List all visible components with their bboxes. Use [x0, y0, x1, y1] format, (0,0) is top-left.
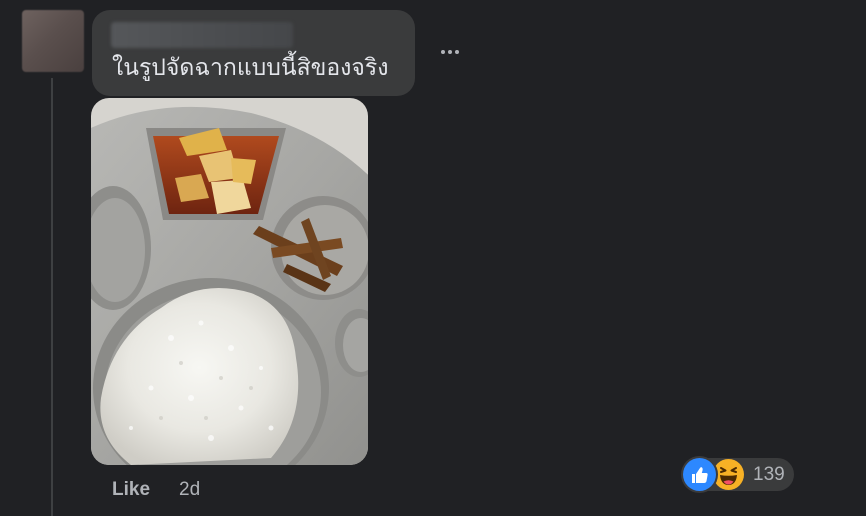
thread-line — [51, 78, 53, 516]
reactions-summary[interactable]: 139 — [683, 458, 794, 491]
avatar[interactable] — [22, 10, 84, 72]
reaction-count: 139 — [753, 464, 785, 485]
comment-text: ในรูปจัดฉากแบบนี้สิของจริง — [112, 54, 389, 80]
comment-photo[interactable] — [91, 98, 368, 465]
like-button[interactable]: Like — [112, 479, 150, 501]
food-tray-image — [91, 98, 368, 465]
more-options-icon — [441, 50, 459, 54]
comment-timestamp[interactable]: 2d — [179, 479, 200, 501]
like-icon — [683, 458, 716, 491]
comment-bubble: ในรูปจัดฉากแบบนี้สิของจริง — [92, 10, 415, 96]
haha-icon — [712, 458, 745, 491]
author-name-blurred[interactable] — [111, 22, 293, 48]
comment-thread: ในรูปจัดฉากแบบนี้สิของจริง Like 2d 139 — [0, 0, 866, 516]
comment-actions: Like 2d — [112, 478, 200, 502]
more-options-button[interactable] — [434, 38, 466, 66]
